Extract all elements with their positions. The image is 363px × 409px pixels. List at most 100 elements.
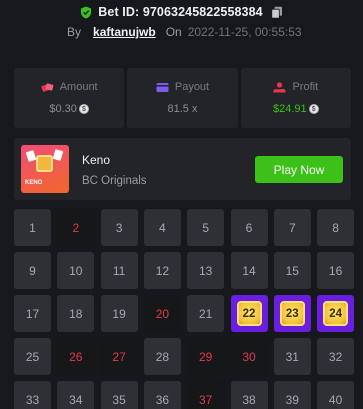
chips-icon xyxy=(41,82,54,92)
keno-cell-26: 26 xyxy=(57,338,95,375)
keno-cell-number: 37 xyxy=(199,392,213,407)
payout-label: Payout xyxy=(174,81,210,93)
keno-cell-number: 30 xyxy=(242,349,256,364)
keno-cell-14: 14 xyxy=(230,252,268,289)
copy-icon[interactable] xyxy=(271,6,283,19)
keno-cell-number: 36 xyxy=(155,392,170,407)
keno-cell-number: 40 xyxy=(328,392,343,407)
bet-id: Bet ID: 97063245822558384 xyxy=(98,5,263,19)
keno-cell-12: 12 xyxy=(143,252,181,289)
payout-value: 81.5 x xyxy=(167,103,198,115)
keno-cell-number: 2 xyxy=(72,220,80,235)
keno-cell-35: 35 xyxy=(100,381,138,409)
keno-cell-10: 10 xyxy=(57,252,95,289)
keno-cell-16: 16 xyxy=(317,252,355,289)
keno-cell-38: 38 xyxy=(230,381,268,409)
keno-cell-number: 11 xyxy=(112,263,126,278)
keno-cell-9: 9 xyxy=(14,252,51,289)
keno-cell-11: 11 xyxy=(100,252,138,289)
keno-cell-number: 10 xyxy=(69,263,83,278)
keno-cell-7: 7 xyxy=(273,209,311,246)
keno-hit-gem: 24 xyxy=(323,301,349,326)
keno-cell-28: 28 xyxy=(143,338,181,375)
keno-cell-24: 24 xyxy=(317,295,355,332)
keno-cell-number: 26 xyxy=(69,349,83,364)
wallet-icon xyxy=(156,82,169,92)
play-now-button[interactable]: Play Now xyxy=(255,156,343,183)
keno-cell-number: 38 xyxy=(242,392,256,407)
keno-cell-25: 25 xyxy=(14,338,51,375)
keno-cell-number: 34 xyxy=(69,392,83,407)
game-name[interactable]: Keno xyxy=(82,153,110,167)
profit-stat: Profit $24.91 $ xyxy=(240,68,351,128)
keno-cell-6: 6 xyxy=(230,209,268,246)
keno-cell-34: 34 xyxy=(57,381,95,409)
bet-id-row: Bet ID: 97063245822558384 xyxy=(0,3,363,21)
keno-cell-19: 19 xyxy=(100,295,138,332)
keno-cell-number: 14 xyxy=(242,263,256,278)
keno-cell-number: 16 xyxy=(328,263,343,278)
keno-cell-number: 13 xyxy=(199,263,213,278)
keno-cell-number: 7 xyxy=(288,220,296,235)
profit-hand-icon xyxy=(273,81,286,92)
keno-cell-number: 32 xyxy=(328,349,343,364)
keno-cell-number: 12 xyxy=(155,263,170,278)
username-link[interactable]: kaftanujwb xyxy=(93,25,156,39)
keno-thumbnail[interactable]: KENO xyxy=(21,145,69,193)
keno-cell-2: 2 xyxy=(57,209,95,246)
keno-cell-number: 5 xyxy=(202,220,210,235)
keno-cell-number: 8 xyxy=(332,220,339,235)
bet-meta-row: By kaftanujwb On 2022-11-25, 00:55:53 xyxy=(67,24,302,40)
keno-cell-36: 36 xyxy=(143,381,181,409)
keno-cell-number: 6 xyxy=(245,220,253,235)
keno-cell-1: 1 xyxy=(14,209,51,246)
bet-stats: Amount $0.30 $ Payout 81.5 x Profit $24.… xyxy=(14,68,351,128)
bet-timestamp: 2022-11-25, 00:55:53 xyxy=(187,25,302,39)
game-provider: BC Originals xyxy=(82,175,147,187)
keno-cell-13: 13 xyxy=(187,252,225,289)
keno-cell-number: 25 xyxy=(25,349,40,364)
by-label: By xyxy=(67,25,82,39)
keno-cell-22: 22 xyxy=(230,295,268,332)
keno-cell-number: 18 xyxy=(69,306,83,321)
keno-cell-33: 33 xyxy=(14,381,51,409)
keno-cell-17: 17 xyxy=(14,295,51,332)
amount-label: Amount xyxy=(59,81,98,93)
keno-cell-number: 33 xyxy=(25,392,40,407)
keno-cell-15: 15 xyxy=(273,252,311,289)
keno-hit-gem: 22 xyxy=(236,301,262,326)
amount-value: $0.30 xyxy=(49,103,77,115)
game-card: KENO Keno BC Originals Play Now xyxy=(14,138,351,200)
keno-cell-number: 3 xyxy=(115,220,123,235)
keno-cell-number: 31 xyxy=(285,349,299,364)
shield-check-icon xyxy=(81,6,92,18)
coin-icon: $ xyxy=(308,104,319,114)
amount-stat: Amount $0.30 $ xyxy=(14,68,125,128)
keno-hit-gem: 23 xyxy=(279,301,305,326)
profit-label: Profit xyxy=(292,81,319,93)
profit-value: $24.91 xyxy=(272,103,307,115)
keno-cell-21: 21 xyxy=(187,295,225,332)
keno-cell-23: 23 xyxy=(273,295,311,332)
keno-cell-number: 4 xyxy=(159,220,166,235)
keno-cell-number: 1 xyxy=(29,220,36,235)
keno-cell-number: 9 xyxy=(29,263,36,278)
keno-cell-30: 30 xyxy=(230,338,268,375)
card-icon xyxy=(25,150,37,162)
payout-stat: Payout 81.5 x xyxy=(127,68,238,128)
keno-cell-number: 19 xyxy=(112,306,126,321)
keno-cell-4: 4 xyxy=(143,209,181,246)
on-label: On xyxy=(165,25,182,39)
keno-cell-number: 29 xyxy=(199,349,213,364)
keno-cell-number: 15 xyxy=(285,263,299,278)
keno-cell-5: 5 xyxy=(187,209,225,246)
keno-cell-8: 8 xyxy=(317,209,355,246)
keno-cell-27: 27 xyxy=(100,338,138,375)
keno-cell-3: 3 xyxy=(100,209,138,246)
keno-cell-39: 39 xyxy=(273,381,311,409)
keno-tile-icon xyxy=(36,155,53,172)
bet-detail-panel: Bet ID: 97063245822558384 By kaftanujwb … xyxy=(0,0,363,409)
keno-cell-number: 20 xyxy=(155,306,170,321)
keno-cell-number: 39 xyxy=(285,392,299,407)
keno-cell-20: 20 xyxy=(143,295,181,332)
